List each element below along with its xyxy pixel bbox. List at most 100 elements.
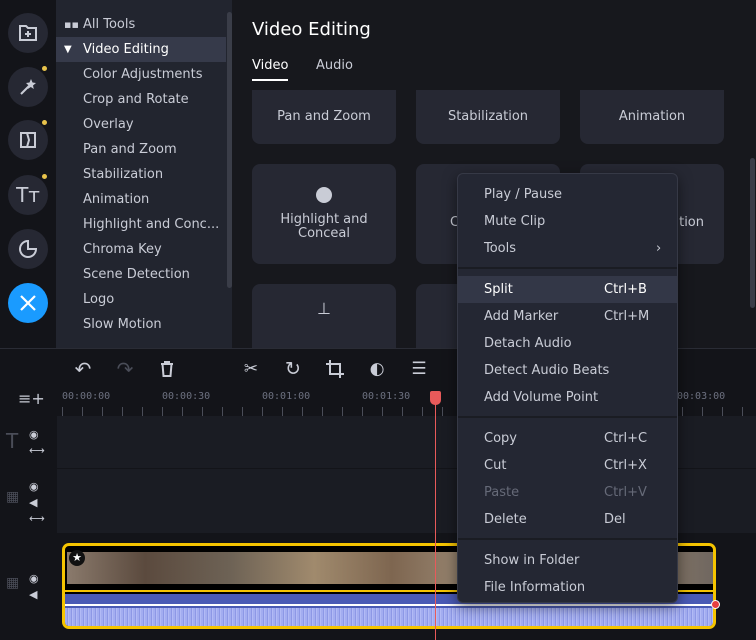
menu-item-mute-clip[interactable]: Mute Clip — [458, 208, 677, 235]
tool-card-stabilization[interactable]: Stabilization — [416, 90, 560, 144]
stamp-icon: ⊥ — [317, 299, 331, 318]
sidebar-item-all-tools[interactable]: ▪▪ All Tools — [56, 12, 226, 37]
card-label: Stabilization — [447, 109, 529, 124]
menu-item-file-information[interactable]: File Information — [458, 574, 677, 601]
sidebar-item[interactable]: Chroma Key — [56, 237, 226, 262]
clip-properties-button[interactable]: ☰ — [407, 357, 431, 381]
track-controls[interactable]: ◉ ◀ — [29, 571, 39, 603]
panel-scrollbar[interactable] — [750, 158, 755, 308]
ruler-tick-label: 00:01:00 — [262, 391, 311, 402]
titles-icon: Tт — [16, 183, 40, 207]
menu-separator — [458, 538, 677, 540]
menu-item-copy[interactable]: Copy Ctrl+C — [458, 425, 677, 452]
menu-item-label: Play / Pause — [484, 187, 562, 202]
add-folder-icon — [19, 25, 37, 41]
sliders-icon: ☰ — [411, 359, 427, 379]
menu-item-delete[interactable]: Delete Del — [458, 506, 677, 533]
sidebar-section-video-editing[interactable]: ▼ Video Editing — [56, 37, 226, 62]
menu-item-add-marker[interactable]: Add Marker Ctrl+M — [458, 303, 677, 330]
card-label: tion — [679, 215, 704, 230]
main-track-icon: ▦ — [6, 575, 20, 591]
menu-item-detect-audio-beats[interactable]: Detect Audio Beats — [458, 357, 677, 384]
volume-line[interactable] — [65, 604, 713, 606]
sidebar-item[interactable]: Overlay — [56, 112, 226, 137]
add-track-icon[interactable]: ≡+ — [18, 389, 45, 408]
menu-item-tools[interactable]: Tools › — [458, 235, 677, 262]
undo-button[interactable]: ↶ — [71, 357, 95, 381]
menu-separator — [458, 416, 677, 418]
playhead-handle[interactable] — [430, 391, 441, 405]
tab-audio[interactable]: Audio — [316, 58, 353, 73]
color-adjust-button[interactable]: ◐ — [365, 357, 389, 381]
redo-button[interactable]: ↷ — [113, 357, 137, 381]
scissors-icon: ✂ — [243, 359, 259, 379]
tab-video[interactable]: Video — [252, 58, 288, 73]
import-button[interactable] — [8, 13, 48, 53]
menu-item-label: Detach Audio — [484, 336, 572, 351]
menu-item-play-pause[interactable]: Play / Pause — [458, 181, 677, 208]
crop-button[interactable] — [323, 357, 347, 381]
eye-icon[interactable]: ◉ — [29, 428, 39, 441]
menu-item-shortcut: Del — [604, 512, 626, 527]
volume-point[interactable] — [711, 600, 720, 609]
context-menu: Play / Pause Mute Clip Tools › Split Ctrl+B Ad… — [457, 173, 678, 603]
stickers-icon — [19, 239, 38, 258]
sidebar-item[interactable]: Logo — [56, 287, 226, 312]
menu-item-label: Detect Audio Beats — [484, 363, 610, 378]
menu-item-split[interactable]: Split Ctrl+B — [458, 276, 677, 303]
menu-item-add-volume-point[interactable]: Add Volume Point — [458, 384, 677, 411]
menu-item-label: Copy — [484, 431, 517, 446]
menu-item-show-in-folder[interactable]: Show in Folder — [458, 547, 677, 574]
chevron-down-icon: ▼ — [64, 44, 72, 55]
cut-button[interactable]: ✂ — [239, 357, 263, 381]
sidebar-item[interactable]: Scene Detection — [56, 262, 226, 287]
sidebar-item[interactable]: Color Adjustments — [56, 62, 226, 87]
tool-card-highlight-conceal[interactable]: Highlight and Conceal — [252, 164, 396, 264]
trash-icon — [161, 361, 173, 377]
undo-icon: ↶ — [74, 357, 92, 381]
menu-item-label: Split — [484, 282, 513, 297]
track-controls[interactable]: ◉ ◀ ⟷ — [29, 479, 45, 527]
menu-item-shortcut: Ctrl+X — [604, 458, 647, 473]
link-icon[interactable]: ⟷ — [29, 444, 45, 457]
tool-card-pan-zoom[interactable]: Pan and Zoom — [252, 90, 396, 144]
chevron-right-icon: › — [656, 241, 662, 256]
link-icon[interactable]: ⟷ — [29, 512, 45, 525]
sidebar-item[interactable]: Crop and Rotate — [56, 87, 226, 112]
menu-item-detach-audio[interactable]: Detach Audio — [458, 330, 677, 357]
eye-icon[interactable]: ◉ — [29, 480, 39, 493]
stickers-button[interactable] — [8, 229, 48, 269]
ruler-tick-label: 00:03:00 — [677, 391, 726, 402]
menu-item-cut[interactable]: Cut Ctrl+X — [458, 452, 677, 479]
delete-button[interactable] — [155, 357, 179, 381]
sidebar-item[interactable]: Highlight and Conc... — [56, 212, 226, 237]
contrast-icon: ◐ — [369, 359, 385, 379]
ruler-tick-label: 00:00:30 — [162, 391, 211, 402]
new-indicator — [42, 66, 47, 71]
new-indicator — [42, 120, 47, 125]
menu-item-shortcut: Ctrl+C — [604, 431, 648, 446]
more-tools-button[interactable] — [8, 283, 48, 323]
sidebar-item[interactable]: Stabilization — [56, 162, 226, 187]
card-label: Animation — [618, 109, 686, 124]
rotate-button[interactable]: ↻ — [281, 357, 305, 381]
sidebar-item[interactable]: Pan and Zoom — [56, 137, 226, 162]
eye-icon[interactable]: ◉ — [29, 572, 39, 585]
magic-wand-icon — [20, 79, 36, 95]
redo-icon: ↷ — [116, 357, 134, 381]
speaker-icon[interactable]: ◀ — [29, 588, 37, 601]
sidebar-item[interactable]: Slow Motion — [56, 312, 226, 337]
titles-button[interactable]: Tт — [8, 175, 48, 215]
track-controls[interactable]: ◉ ⟷ — [29, 427, 45, 459]
speaker-icon[interactable]: ◀ — [29, 496, 37, 509]
tool-card-logo[interactable]: ⊥ — [252, 284, 396, 348]
menu-separator — [458, 267, 677, 269]
transitions-button[interactable] — [8, 120, 48, 160]
star-icon[interactable]: ★ — [69, 550, 85, 566]
sidebar-item[interactable]: Animation — [56, 187, 226, 212]
text-track-icon: T — [6, 429, 19, 453]
menu-item-label: Delete — [484, 512, 527, 527]
sidebar-item-label: All Tools — [83, 17, 136, 32]
tool-card-animation[interactable]: Animation — [580, 90, 724, 144]
filters-button[interactable] — [8, 67, 48, 107]
